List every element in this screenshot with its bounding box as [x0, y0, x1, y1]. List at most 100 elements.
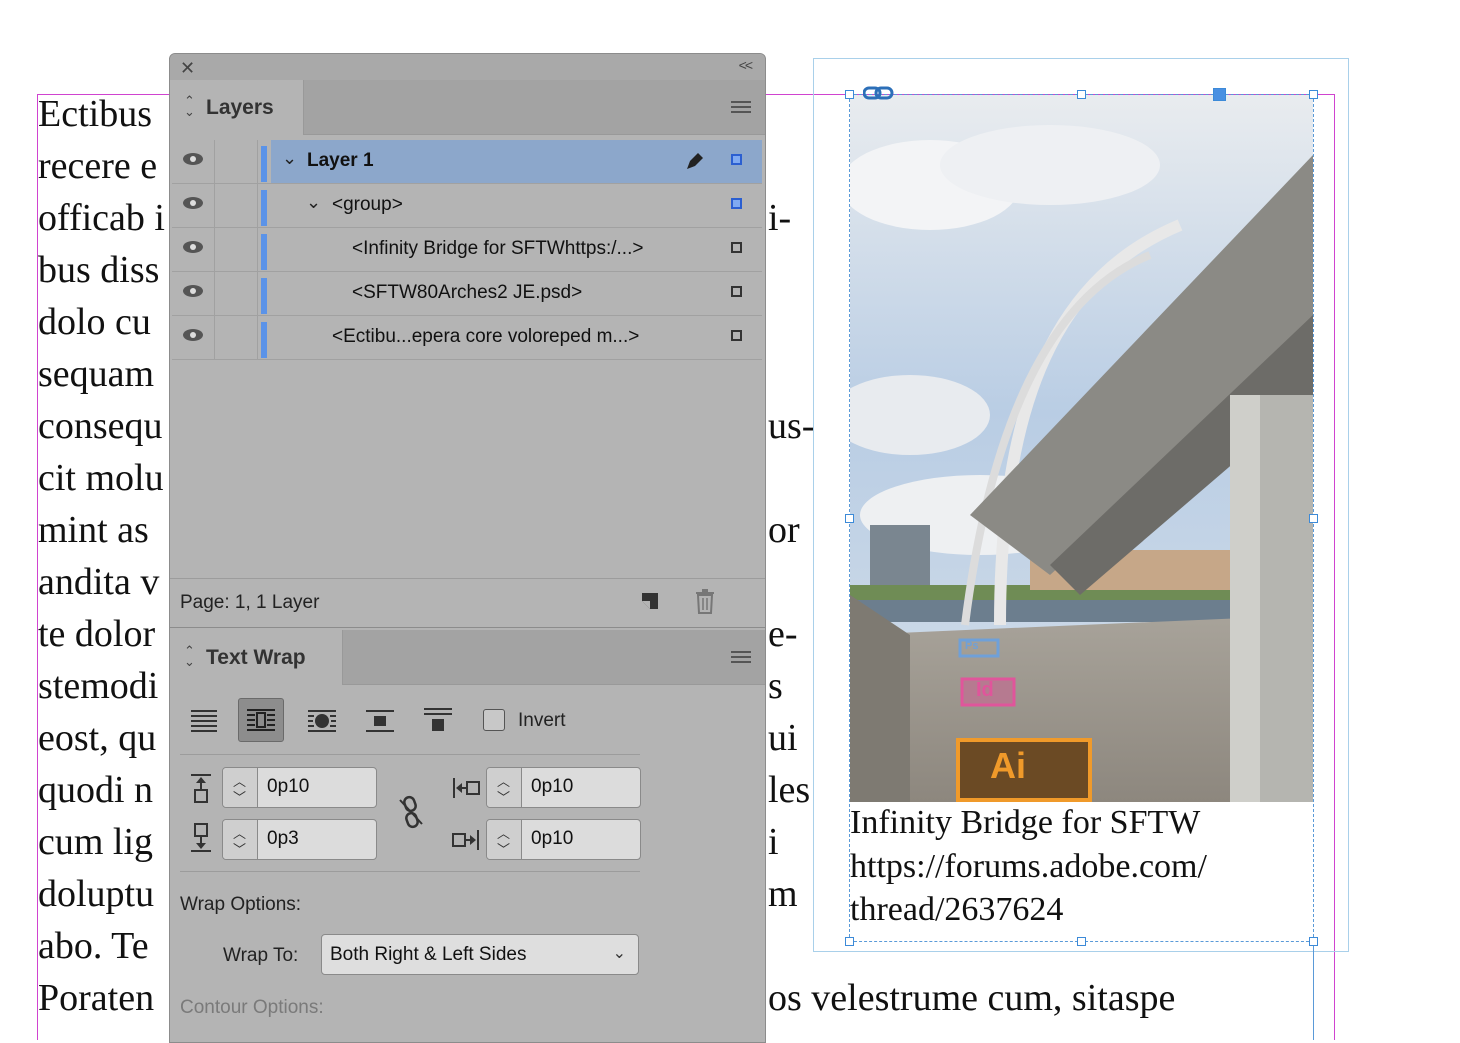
link-icon[interactable]: [862, 85, 895, 101]
layer-row[interactable]: <Infinity Bridge for SFTWhttps:/...>: [172, 228, 762, 272]
right-offset-icon: [452, 830, 479, 850]
wrap-to-select[interactable]: Both Right & Left Sides ⌄: [321, 934, 639, 975]
invert-checkbox[interactable]: [483, 709, 505, 731]
layers-status-text: Page: 1, 1 Layer: [180, 592, 320, 613]
resize-handle-bl[interactable]: [845, 937, 854, 946]
bottom-offset-stepper[interactable]: ︿ ﹀: [223, 820, 258, 859]
selection-square[interactable]: [731, 242, 742, 253]
disclosure-chevron-icon[interactable]: ⌄: [306, 192, 321, 213]
eye-icon: [183, 241, 203, 253]
eye-icon: [183, 153, 203, 165]
wrap-bounding-box-button[interactable]: [238, 698, 284, 742]
visibility-toggle[interactable]: [172, 140, 215, 183]
left-offset-value[interactable]: 0p10: [531, 776, 573, 798]
layers-panel-menu-icon[interactable]: [731, 101, 751, 116]
resize-handle-br[interactable]: [1309, 937, 1318, 946]
selection-square[interactable]: [731, 330, 742, 341]
jump-object-button[interactable]: [362, 702, 398, 738]
layers-status-bar: Page: 1, 1 Layer: [170, 578, 765, 628]
bottom-offset-field[interactable]: ︿ ﹀ 0p3: [222, 819, 377, 860]
selection-square[interactable]: [731, 198, 742, 209]
text-line: bus diss: [38, 249, 160, 291]
resize-handle-ml[interactable]: [845, 514, 854, 523]
layer-row[interactable]: ⌄ Layer 1: [172, 140, 762, 184]
resize-handle-tr[interactable]: [1309, 90, 1318, 99]
contour-options-label: Contour Options:: [180, 997, 324, 1018]
bottom-offset-icon: [191, 823, 211, 852]
visibility-toggle[interactable]: [172, 228, 215, 271]
pen-icon: [687, 153, 703, 169]
top-offset-value[interactable]: 0p10: [267, 776, 309, 798]
left-offset-field[interactable]: ︿ ﹀ 0p10: [486, 767, 641, 808]
bridge-photo[interactable]: Ps Id Ai: [850, 95, 1313, 802]
unlink-chain-icon[interactable]: [396, 794, 426, 830]
text-line: sequam: [38, 353, 155, 395]
bridge-photo-graphic: [850, 95, 1313, 802]
text-line: doluptu: [38, 873, 155, 915]
close-icon[interactable]: ✕: [180, 58, 195, 79]
visibility-toggle[interactable]: [172, 272, 215, 315]
chevron-down-icon: ⌄: [612, 945, 626, 962]
visibility-toggle[interactable]: [172, 316, 215, 359]
text-line: dolo cu: [38, 301, 151, 343]
ps-badge: Ps: [965, 640, 979, 652]
bottom-offset-value[interactable]: 0p3: [267, 828, 299, 850]
panel-title-bar[interactable]: ✕ <<: [170, 54, 765, 80]
lock-toggle[interactable]: [215, 140, 258, 183]
text-line: te dolor: [38, 613, 156, 655]
disclosure-chevron-icon[interactable]: ⌄: [282, 148, 297, 169]
lock-toggle[interactable]: [215, 228, 258, 271]
text-fragment: or: [768, 509, 800, 551]
layer-name: <group>: [332, 194, 403, 215]
selection-square[interactable]: [731, 154, 742, 165]
lock-toggle[interactable]: [215, 316, 258, 359]
layer-row[interactable]: ⌄ <group>: [172, 184, 762, 228]
anchor-handle[interactable]: [1213, 88, 1226, 101]
wrap-to-value: Both Right & Left Sides: [330, 944, 527, 965]
right-offset-stepper[interactable]: ︿ ﹀: [487, 820, 522, 859]
layer-name: <Infinity Bridge for SFTWhttps:/...>: [352, 238, 644, 259]
collapse-icon[interactable]: <<: [739, 57, 753, 73]
new-layer-icon[interactable]: [638, 589, 662, 613]
trash-icon[interactable]: [694, 588, 716, 614]
divider: [180, 754, 640, 755]
resize-handle-bm[interactable]: [1077, 937, 1086, 946]
no-wrap-button[interactable]: [186, 702, 222, 738]
text-line: os velestrume cum, sitaspe: [768, 977, 1176, 1019]
layer-row[interactable]: <Ectibu...epera core voloreped m...>: [172, 316, 762, 360]
layer-name: <Ectibu...epera core voloreped m...>: [332, 326, 640, 347]
wrap-to-label: Wrap To:: [223, 945, 299, 966]
right-offset-value[interactable]: 0p10: [531, 828, 573, 850]
id-badge: Id: [976, 679, 994, 701]
lock-toggle[interactable]: [215, 272, 258, 315]
top-offset-field[interactable]: ︿ ﹀ 0p10: [222, 767, 377, 808]
textwrap-tabbar: ⌃ ⌄ Text Wrap: [170, 630, 765, 685]
textwrap-panel-menu-icon[interactable]: [731, 651, 751, 666]
lock-toggle[interactable]: [215, 184, 258, 227]
tab-text-wrap[interactable]: ⌃ ⌄ Text Wrap: [170, 630, 343, 685]
text-line: Poraten: [38, 977, 155, 1019]
resize-handle-tm[interactable]: [1077, 90, 1086, 99]
eye-icon: [183, 329, 203, 341]
top-offset-icon: [191, 774, 211, 803]
caption-line: thread/2637624: [850, 891, 1064, 928]
right-offset-field[interactable]: ︿ ﹀ 0p10: [486, 819, 641, 860]
resize-handle-tl[interactable]: [845, 90, 854, 99]
text-fragment: us-: [768, 405, 815, 447]
jump-next-column-button[interactable]: [420, 702, 456, 738]
text-line: recere e: [38, 145, 158, 187]
tab-layers[interactable]: ⌃ ⌄ Layers: [170, 80, 304, 135]
wrap-contour-button[interactable]: [304, 702, 340, 738]
wrap-options-label: Wrap Options:: [180, 894, 302, 915]
ai-badge: Ai: [990, 745, 1026, 786]
text-line: mint as: [38, 509, 149, 551]
text-line: abo. Te: [38, 925, 149, 967]
selection-square[interactable]: [731, 286, 742, 297]
visibility-toggle[interactable]: [172, 184, 215, 227]
wrap-contour-icon: [308, 710, 336, 732]
top-offset-stepper[interactable]: ︿ ﹀: [223, 768, 258, 807]
resize-handle-mr[interactable]: [1309, 514, 1318, 523]
layer-row[interactable]: <SFTW80Arches2 JE.psd>: [172, 272, 762, 316]
wrap-bounding-box-icon: [247, 709, 275, 731]
left-offset-stepper[interactable]: ︿ ﹀: [487, 768, 522, 807]
